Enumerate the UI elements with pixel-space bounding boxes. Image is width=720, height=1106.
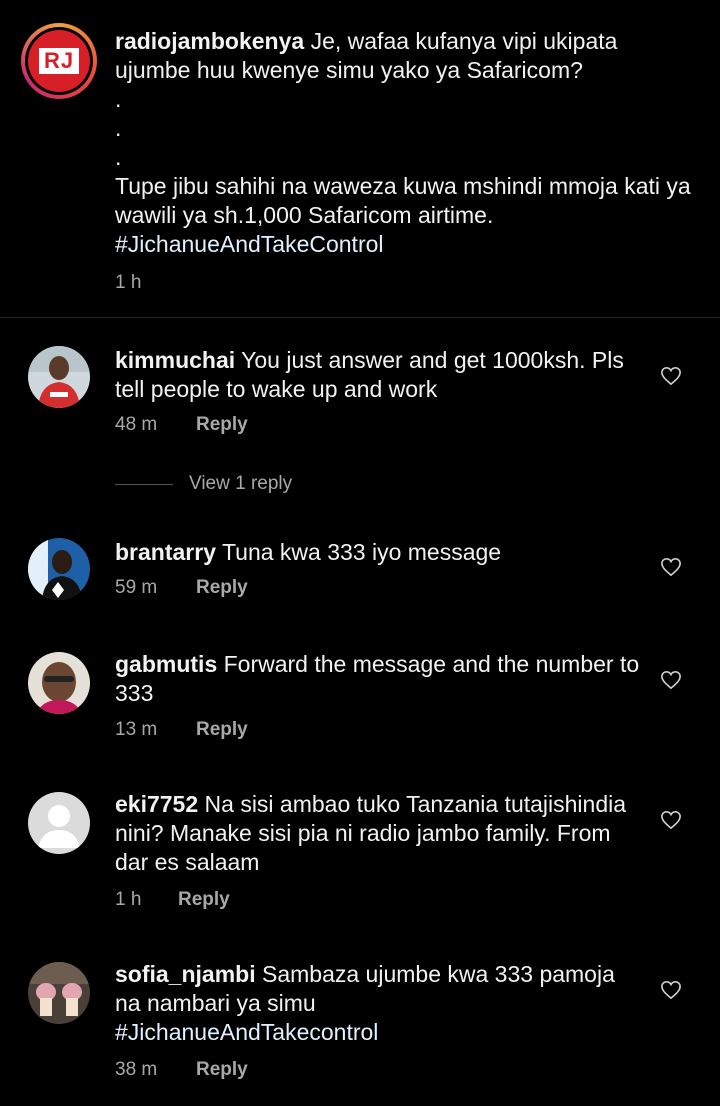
comment-text: sofia_njambi Sambaza ujumbe kwa 333 pamo… (115, 960, 645, 1047)
comment-meta: 48 m Reply (115, 414, 248, 436)
comment-username[interactable]: kimmuchai (115, 347, 235, 373)
like-heart-icon[interactable] (660, 810, 682, 830)
view-replies-label: View 1 reply (189, 473, 293, 494)
comment-body: Tuna kwa 333 iyo message (221, 539, 502, 565)
caption-hashtag[interactable]: #JichanueAndTakeControl (115, 230, 695, 259)
comment-text: gabmutis Forward the message and the num… (115, 650, 645, 708)
comment-meta: 59 m Reply (115, 577, 248, 599)
caption-dot: . (115, 115, 122, 141)
comment-timestamp: 13 m (115, 719, 158, 740)
avatar[interactable] (28, 962, 90, 1024)
reply-button[interactable]: Reply (196, 577, 248, 599)
reply-button[interactable]: Reply (178, 889, 230, 911)
reply-button[interactable]: Reply (196, 1059, 248, 1081)
comment-username[interactable]: brantarry (115, 539, 216, 565)
radio-jambo-logo: RJ (28, 30, 90, 92)
comment-text: brantarry Tuna kwa 333 iyo message (115, 538, 645, 567)
caption-text: radiojambokenya Je, wafaa kufanya vipi u… (115, 27, 695, 259)
comment-hashtag[interactable]: #JichanueAndTakecontrol (115, 1018, 645, 1047)
comment-username[interactable]: eki7752 (115, 791, 198, 817)
comment-username[interactable]: gabmutis (115, 651, 217, 677)
caption-username[interactable]: radiojambokenya (115, 28, 304, 54)
reply-button[interactable]: Reply (196, 414, 248, 436)
like-heart-icon[interactable] (660, 980, 682, 1000)
comment-timestamp: 59 m (115, 577, 158, 598)
like-heart-icon[interactable] (660, 557, 682, 577)
comment-meta: 38 m Reply (115, 1059, 248, 1081)
avatar[interactable] (28, 346, 90, 408)
avatar[interactable] (28, 792, 90, 854)
comment-timestamp: 1 h (115, 889, 142, 910)
comment-timestamp: 38 m (115, 1059, 158, 1080)
avatar[interactable] (28, 652, 90, 714)
divider (0, 317, 720, 318)
account-avatar[interactable]: RJ (21, 23, 97, 99)
post-caption: RJ radiojambokenya Je, wafaa kufanya vip… (0, 0, 720, 318)
caption-dot: . (115, 144, 122, 170)
caption-line-2: Tupe jibu sahihi na waweza kuwa mshindi … (115, 173, 691, 228)
comment-text: kimmuchai You just answer and get 1000ks… (115, 346, 645, 404)
comment-meta: 1 h Reply (115, 889, 230, 911)
like-heart-icon[interactable] (660, 366, 682, 386)
view-replies-button[interactable]: View 1 reply (115, 473, 292, 495)
comment-timestamp: 48 m (115, 414, 158, 435)
caption-timestamp: 1 h (115, 272, 142, 293)
comment-text: eki7752 Na sisi ambao tuko Tanzania tuta… (115, 790, 645, 877)
comment-username[interactable]: sofia_njambi (115, 961, 256, 987)
thread-line (115, 483, 173, 485)
like-heart-icon[interactable] (660, 670, 682, 690)
reply-button[interactable]: Reply (196, 719, 248, 741)
avatar[interactable] (28, 538, 90, 600)
comment-meta: 13 m Reply (115, 719, 248, 741)
caption-dot: . (115, 86, 122, 112)
